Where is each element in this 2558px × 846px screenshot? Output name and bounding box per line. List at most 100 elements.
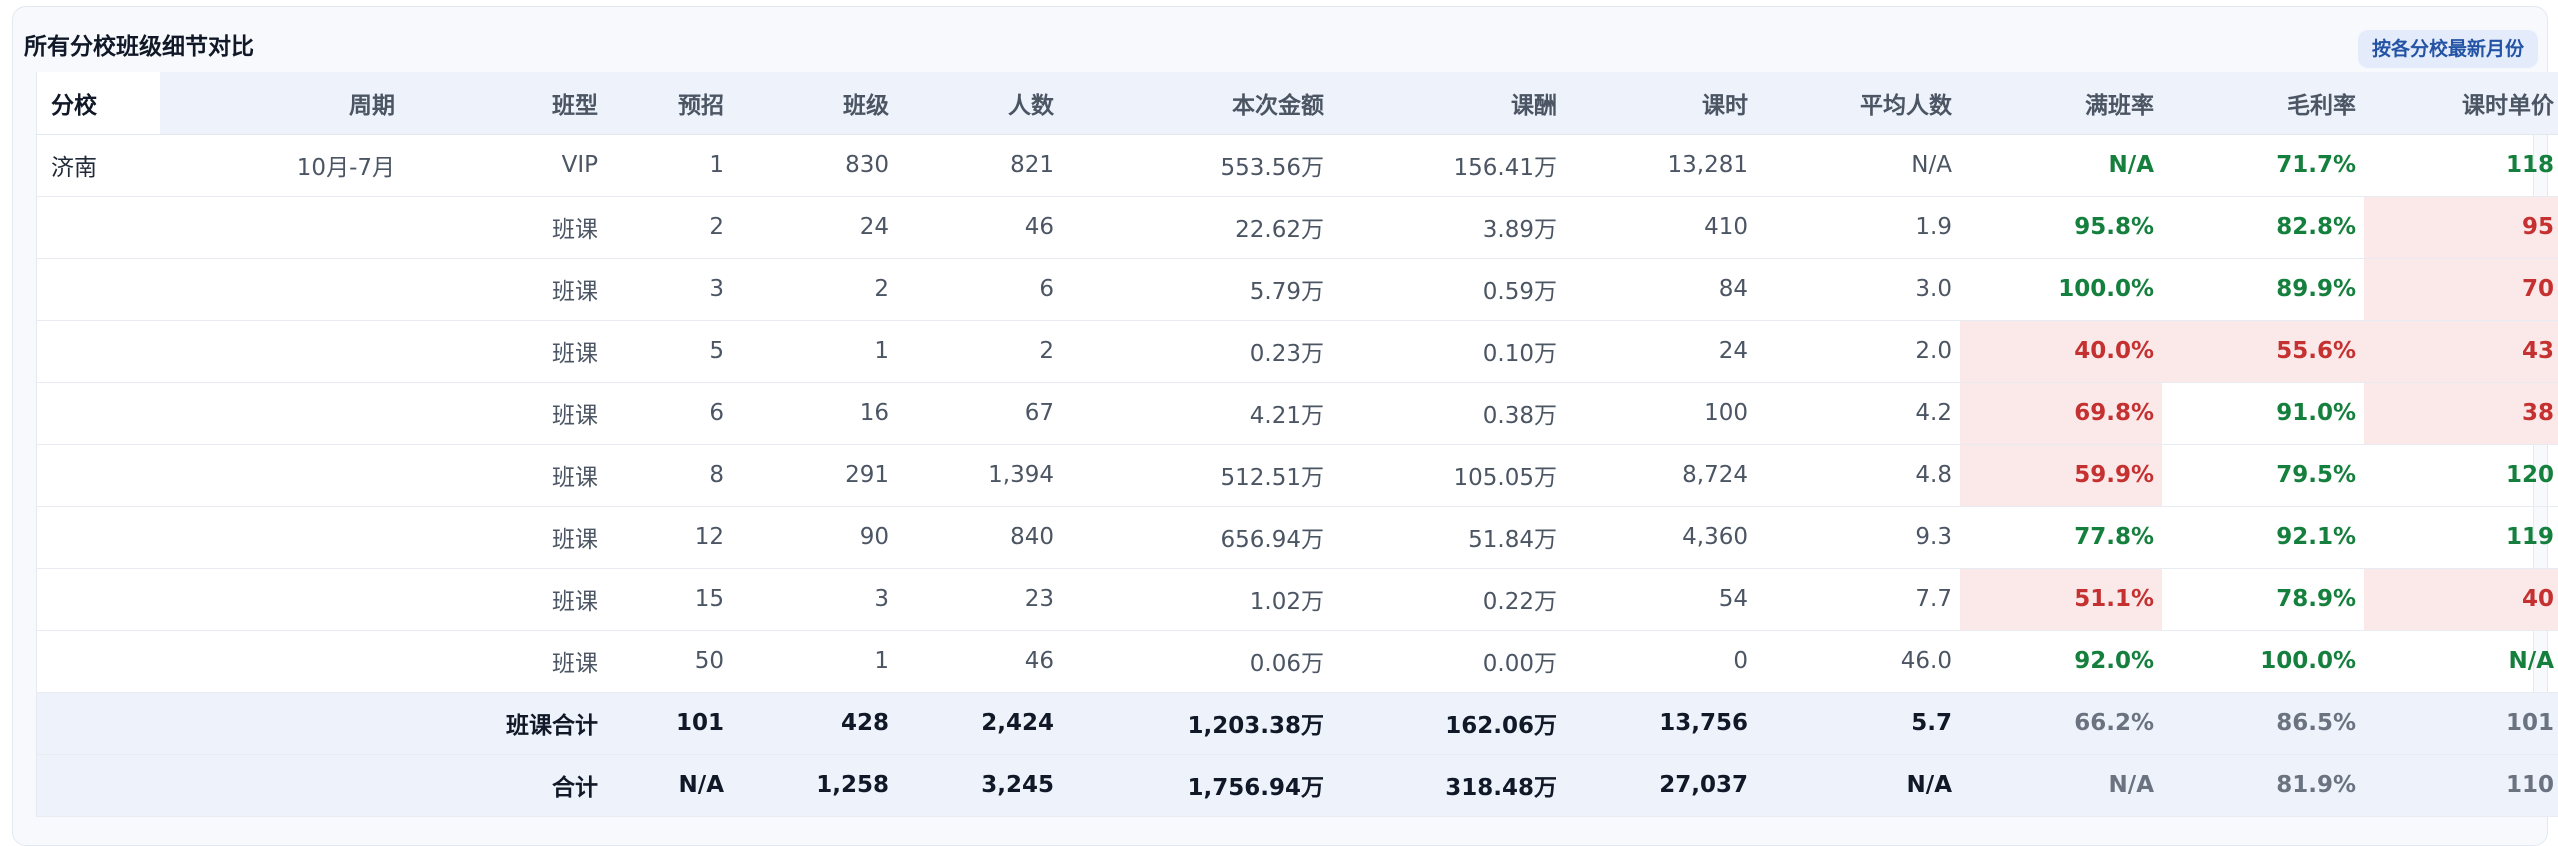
subtotal-row-label: 班课合计 (403, 692, 606, 755)
cell-branch (37, 382, 160, 445)
total-row: 合计 N/A 1,258 3,245 1,756.94万 318.48万 27,037 N/A… (37, 754, 2558, 817)
cell-unit: 70 (2364, 258, 2558, 321)
subtotal-row: 班课合计 101 428 2,424 1,203.38万 162.06万 13,756 5.7… (37, 692, 2558, 755)
cell-full: 69.8% (1960, 382, 2162, 445)
cell-fee: 0.00万 (1332, 630, 1565, 693)
cell-fee: 105.05万 (1332, 444, 1565, 507)
col-header-type[interactable]: 班型 (403, 72, 606, 135)
subtotal-row-fee: 162.06万 (1332, 692, 1565, 755)
total-row-full: N/A (1960, 754, 2162, 817)
cell-fee: 0.10万 (1332, 320, 1565, 383)
cell-amount: 0.23万 (1062, 320, 1332, 383)
table-row: 班课 12 90 840 656.94万 51.84万 4,360 9.3 77.8% 92.1%… (37, 506, 2558, 569)
cell-classes: 1 (732, 630, 897, 693)
cell-pre: 15 (606, 568, 732, 631)
col-header-pre[interactable]: 预招 (606, 72, 732, 135)
cell-avg: 9.3 (1756, 506, 1960, 569)
cell-full: 51.1% (1960, 568, 2162, 631)
cell-avg: N/A (1756, 134, 1960, 197)
cell-hours: 54 (1565, 568, 1756, 631)
subtotal-row-avg: 5.7 (1756, 692, 1960, 755)
cell-type: 班课 (403, 258, 606, 321)
cell-amount: 22.62万 (1062, 196, 1332, 259)
cell-unit: 120 (2364, 444, 2558, 507)
cell-margin: 100.0% (2162, 630, 2364, 693)
col-header-margin[interactable]: 毛利率 (2162, 72, 2364, 135)
cell-branch (37, 258, 160, 321)
subtotal-row-classes: 428 (732, 692, 897, 755)
cell-amount: 1.02万 (1062, 568, 1332, 631)
col-header-branch[interactable]: 分校 (37, 72, 160, 135)
cell-hours: 410 (1565, 196, 1756, 259)
col-header-fee[interactable]: 课酬 (1332, 72, 1565, 135)
cell-type: 班课 (403, 382, 606, 445)
subtotal-row-unit: 101 (2364, 692, 2558, 755)
cell-hours: 8,724 (1565, 444, 1756, 507)
cell-classes: 3 (732, 568, 897, 631)
cell-amount: 656.94万 (1062, 506, 1332, 569)
cell-period (160, 382, 403, 445)
cell-avg: 4.2 (1756, 382, 1960, 445)
cell-unit: 118 (2364, 134, 2558, 197)
cell-pre: 50 (606, 630, 732, 693)
cell-classes: 830 (732, 134, 897, 197)
cell-avg: 4.8 (1756, 444, 1960, 507)
table-row: 济南 10月-7月 VIP 1 830 821 553.56万 156.41万 13,281 N/… (37, 134, 2558, 197)
table-row: 班课 15 3 23 1.02万 0.22万 54 7.7 51.1% 78.9% 40 (37, 568, 2558, 631)
col-header-period[interactable]: 周期 (160, 72, 403, 135)
cell-full: 92.0% (1960, 630, 2162, 693)
cell-type: 班课 (403, 196, 606, 259)
cell-fee: 3.89万 (1332, 196, 1565, 259)
table-row: 班课 2 24 46 22.62万 3.89万 410 1.9 95.8% 82.8% 95 (37, 196, 2558, 259)
cell-classes: 291 (732, 444, 897, 507)
latest-month-scope-button[interactable]: 按各分校最新月份 (2357, 30, 2538, 68)
cell-period (160, 258, 403, 321)
cell-amount: 512.51万 (1062, 444, 1332, 507)
cell-classes: 2 (732, 258, 897, 321)
col-header-full-rate[interactable]: 满班率 (1960, 72, 2162, 135)
cell-people: 23 (897, 568, 1062, 631)
col-header-classes[interactable]: 班级 (732, 72, 897, 135)
cell-hours: 84 (1565, 258, 1756, 321)
cell-hours: 4,360 (1565, 506, 1756, 569)
cell-pre: 6 (606, 382, 732, 445)
cell-avg: 1.9 (1756, 196, 1960, 259)
cell-people: 1,394 (897, 444, 1062, 507)
total-row-hours: 27,037 (1565, 754, 1756, 817)
cell-fee: 0.38万 (1332, 382, 1565, 445)
cell-avg: 2.0 (1756, 320, 1960, 383)
cell-amount: 5.79万 (1062, 258, 1332, 321)
cell-margin: 71.7% (2162, 134, 2364, 197)
cell-branch: 济南 (37, 134, 160, 197)
cell-branch (37, 506, 160, 569)
cell-classes: 1 (732, 320, 897, 383)
total-row-avg: N/A (1756, 754, 1960, 817)
cell-blank (37, 754, 160, 817)
col-header-amount[interactable]: 本次金额 (1062, 72, 1332, 135)
cell-hours: 100 (1565, 382, 1756, 445)
cell-people: 46 (897, 630, 1062, 693)
table-row: 班课 5 1 2 0.23万 0.10万 24 2.0 40.0% 55.6% 43 (37, 320, 2558, 383)
col-header-avg[interactable]: 平均人数 (1756, 72, 1960, 135)
col-header-unit-price[interactable]: 课时单价 (2364, 72, 2558, 135)
cell-blank (160, 754, 403, 817)
cell-fee: 0.22万 (1332, 568, 1565, 631)
cell-period (160, 196, 403, 259)
cell-period: 10月-7月 (160, 134, 403, 197)
cell-branch (37, 568, 160, 631)
total-row-amount: 1,756.94万 (1062, 754, 1332, 817)
col-header-people[interactable]: 人数 (897, 72, 1062, 135)
subtotal-row-pre: 101 (606, 692, 732, 755)
cell-margin: 92.1% (2162, 506, 2364, 569)
cell-people: 67 (897, 382, 1062, 445)
cell-branch (37, 630, 160, 693)
col-header-hours[interactable]: 课时 (1565, 72, 1756, 135)
table-header-row: 分校 周期 班型 预招 班级 人数 本次金额 课酬 课时 平均人数 满班率 毛利… (37, 72, 2558, 135)
cell-full: 100.0% (1960, 258, 2162, 321)
cell-full: 77.8% (1960, 506, 2162, 569)
table-row: 班课 3 2 6 5.79万 0.59万 84 3.0 100.0% 89.9% 70 (37, 258, 2558, 321)
total-row-pre: N/A (606, 754, 732, 817)
cell-hours: 13,281 (1565, 134, 1756, 197)
cell-people: 821 (897, 134, 1062, 197)
table-row: 班课 50 1 46 0.06万 0.00万 0 46.0 92.0% 100.0% N/A (37, 630, 2558, 693)
